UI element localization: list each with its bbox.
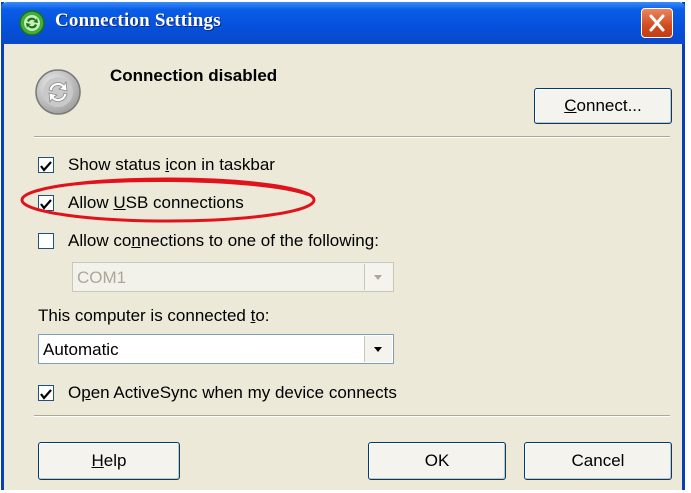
connect-label-accel: C bbox=[564, 96, 577, 115]
checkbox-box[interactable] bbox=[38, 157, 54, 173]
connect-label-post: onnect... bbox=[576, 96, 642, 115]
help-button[interactable]: Help bbox=[38, 442, 180, 480]
ok-button[interactable]: OK bbox=[368, 442, 506, 480]
connection-status: Connection disabled bbox=[110, 66, 278, 85]
checkmark-icon bbox=[40, 389, 52, 400]
checkbox-box[interactable] bbox=[38, 385, 54, 401]
connected-to-label: This computer is connected to: bbox=[38, 306, 270, 325]
help-label-accel: H bbox=[91, 451, 104, 470]
com-port-select: COM1 bbox=[72, 262, 394, 292]
checkbox-box[interactable] bbox=[38, 233, 54, 249]
cancel-label: Cancel bbox=[571, 451, 625, 470]
separator bbox=[34, 136, 670, 138]
connected-to-select[interactable]: Automatic bbox=[38, 334, 394, 364]
chevron-down-icon bbox=[374, 275, 382, 280]
separator bbox=[34, 415, 670, 417]
highlight-ellipse-annotation bbox=[20, 177, 316, 223]
connect-button[interactable]: Connect... bbox=[534, 88, 672, 124]
cancel-button[interactable]: Cancel bbox=[524, 442, 672, 480]
title-bar[interactable]: Connection Settings bbox=[1, 2, 685, 44]
select-value: Automatic bbox=[43, 340, 119, 359]
sync-arrows-icon bbox=[35, 69, 81, 115]
dialog-body: Connection disabled Connect... Show stat… bbox=[4, 44, 682, 490]
help-label-post: elp bbox=[103, 451, 127, 470]
close-button[interactable] bbox=[641, 8, 673, 38]
select-value: COM1 bbox=[77, 268, 127, 287]
checkbox-label: Show status icon in taskbar bbox=[68, 155, 275, 174]
checkbox-label: Allow connections to one of the followin… bbox=[68, 231, 379, 250]
window-title: Connection Settings bbox=[55, 10, 221, 31]
checkmark-icon bbox=[40, 161, 52, 172]
chevron-down-icon bbox=[374, 347, 382, 352]
activesync-icon bbox=[19, 10, 45, 36]
checkbox-label: Open ActiveSync when my device connects bbox=[68, 383, 397, 402]
close-icon bbox=[649, 14, 665, 32]
dropdown-button[interactable] bbox=[364, 336, 392, 362]
dropdown-button bbox=[364, 264, 392, 290]
ok-label: OK bbox=[424, 451, 450, 470]
